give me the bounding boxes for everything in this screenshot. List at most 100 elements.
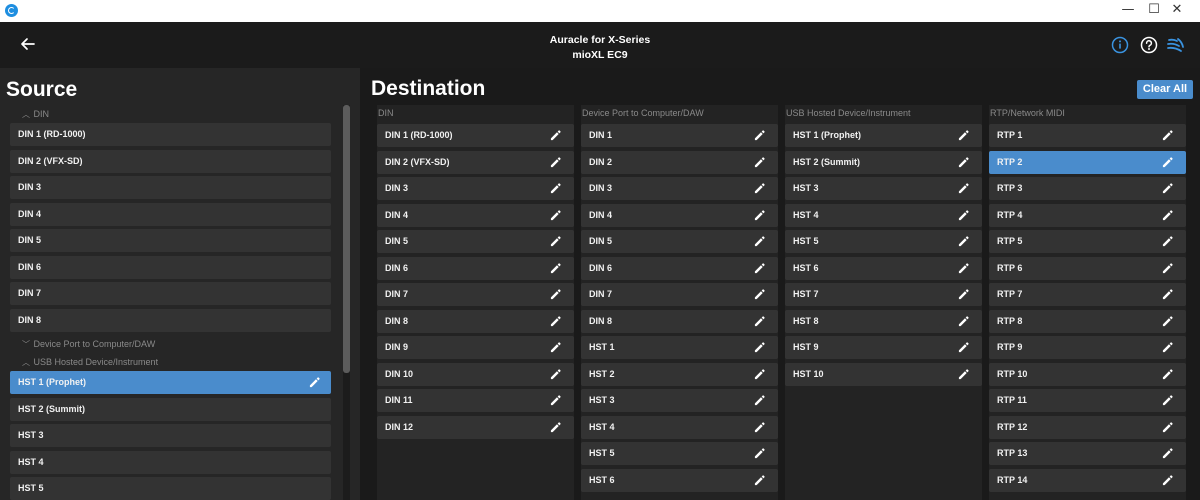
dest-item-din-4[interactable]: DIN 4 bbox=[581, 203, 778, 227]
dest-item-hst-2-summit[interactable]: HST 2 (Summit) bbox=[785, 150, 982, 174]
pencil-icon[interactable] bbox=[753, 341, 766, 354]
pencil-icon[interactable] bbox=[1161, 394, 1174, 407]
pencil-icon[interactable] bbox=[1161, 421, 1174, 434]
source-scrollbar[interactable] bbox=[343, 105, 350, 500]
pencil-icon[interactable] bbox=[549, 421, 562, 434]
pencil-icon[interactable] bbox=[957, 182, 970, 195]
source-item-din-8[interactable]: DIN 8 bbox=[10, 308, 331, 332]
pencil-icon[interactable] bbox=[1161, 235, 1174, 248]
source-item-din-7[interactable]: DIN 7 bbox=[10, 282, 331, 305]
pencil-icon[interactable] bbox=[753, 421, 766, 434]
dest-item-rtp-4[interactable]: RTP 4 bbox=[989, 203, 1186, 227]
pencil-icon[interactable] bbox=[1161, 262, 1174, 275]
source-item-hst-1-prophet[interactable]: HST 1 (Prophet) bbox=[10, 371, 331, 394]
pencil-icon[interactable] bbox=[1161, 288, 1174, 301]
pencil-icon[interactable] bbox=[753, 235, 766, 248]
dest-item-hst-5[interactable]: HST 5 bbox=[785, 230, 982, 253]
help-button[interactable] bbox=[1140, 36, 1158, 54]
dest-item-din-8[interactable]: DIN 8 bbox=[581, 309, 778, 333]
pencil-icon[interactable] bbox=[549, 129, 562, 142]
dest-item-din-12[interactable]: DIN 12 bbox=[377, 415, 574, 439]
dest-item-hst-8[interactable]: HST 8 bbox=[785, 309, 982, 333]
pencil-icon[interactable] bbox=[957, 129, 970, 142]
dest-item-din-1-rd-1000[interactable]: DIN 1 (RD-1000) bbox=[377, 124, 574, 147]
clear-all-button[interactable]: Clear All bbox=[1137, 80, 1193, 99]
dest-item-din-6[interactable]: DIN 6 bbox=[581, 256, 778, 280]
dest-item-rtp-5[interactable]: RTP 5 bbox=[989, 230, 1186, 253]
dest-item-din-2[interactable]: DIN 2 bbox=[581, 150, 778, 174]
pencil-icon[interactable] bbox=[1161, 474, 1174, 487]
dest-item-din-5[interactable]: DIN 5 bbox=[377, 230, 574, 253]
pencil-icon[interactable] bbox=[1161, 315, 1174, 328]
pencil-icon[interactable] bbox=[549, 209, 562, 222]
dest-item-din-7[interactable]: DIN 7 bbox=[581, 283, 778, 306]
dest-item-din-11[interactable]: DIN 11 bbox=[377, 389, 574, 412]
source-item-hst-5[interactable]: HST 5 bbox=[10, 477, 331, 500]
dest-item-rtp-1[interactable]: RTP 1 bbox=[989, 124, 1186, 147]
pencil-icon[interactable] bbox=[1161, 209, 1174, 222]
source-item-din-3[interactable]: DIN 3 bbox=[10, 176, 331, 199]
pencil-icon[interactable] bbox=[753, 394, 766, 407]
dest-item-din-1[interactable]: DIN 1 bbox=[581, 124, 778, 147]
source-group-din[interactable]: ︿ DIN bbox=[10, 105, 331, 123]
info-button[interactable] bbox=[1111, 36, 1129, 54]
close-button[interactable]: ✕ bbox=[1154, 0, 1200, 22]
dest-item-rtp-13[interactable]: RTP 13 bbox=[989, 442, 1186, 465]
dest-item-hst-6[interactable]: HST 6 bbox=[581, 468, 778, 492]
network-button[interactable] bbox=[1166, 36, 1184, 54]
pencil-icon[interactable] bbox=[1161, 182, 1174, 195]
pencil-icon[interactable] bbox=[1161, 341, 1174, 354]
pencil-icon[interactable] bbox=[957, 341, 970, 354]
pencil-icon[interactable] bbox=[957, 288, 970, 301]
dest-item-din-3[interactable]: DIN 3 bbox=[581, 177, 778, 200]
dest-item-hst-5[interactable]: HST 5 bbox=[581, 442, 778, 465]
pencil-icon[interactable] bbox=[753, 315, 766, 328]
pencil-icon[interactable] bbox=[753, 262, 766, 275]
dest-item-din-8[interactable]: DIN 8 bbox=[377, 309, 574, 333]
source-item-din-6[interactable]: DIN 6 bbox=[10, 255, 331, 279]
pencil-icon[interactable] bbox=[957, 368, 970, 381]
pencil-icon[interactable] bbox=[549, 341, 562, 354]
pencil-icon[interactable] bbox=[549, 288, 562, 301]
pencil-icon[interactable] bbox=[753, 474, 766, 487]
dest-item-rtp-11[interactable]: RTP 11 bbox=[989, 389, 1186, 412]
pencil-icon[interactable] bbox=[957, 262, 970, 275]
source-item-din-1-rd-1000[interactable]: DIN 1 (RD-1000) bbox=[10, 123, 331, 146]
source-item-din-2-vfx-sd[interactable]: DIN 2 (VFX-SD) bbox=[10, 149, 331, 173]
pencil-icon[interactable] bbox=[753, 368, 766, 381]
dest-item-rtp-7[interactable]: RTP 7 bbox=[989, 283, 1186, 306]
dest-item-hst-1-prophet[interactable]: HST 1 (Prophet) bbox=[785, 124, 982, 147]
source-item-hst-3[interactable]: HST 3 bbox=[10, 424, 331, 447]
dest-item-rtp-2[interactable]: RTP 2 bbox=[989, 150, 1186, 174]
pencil-icon[interactable] bbox=[549, 394, 562, 407]
pencil-icon[interactable] bbox=[1161, 129, 1174, 142]
dest-item-hst-1[interactable]: HST 1 bbox=[581, 336, 778, 359]
dest-item-hst-3[interactable]: HST 3 bbox=[581, 389, 778, 412]
dest-item-din-3[interactable]: DIN 3 bbox=[377, 177, 574, 200]
source-group-usb-hosted[interactable]: ︿ USB Hosted Device/Instrument bbox=[10, 353, 331, 371]
pencil-icon[interactable] bbox=[1161, 368, 1174, 381]
dest-item-hst-4[interactable]: HST 4 bbox=[785, 203, 982, 227]
dest-item-din-10[interactable]: DIN 10 bbox=[377, 362, 574, 386]
pencil-icon[interactable] bbox=[549, 182, 562, 195]
dest-item-hst-3[interactable]: HST 3 bbox=[785, 177, 982, 200]
dest-item-hst-10[interactable]: HST 10 bbox=[785, 362, 982, 386]
dest-item-rtp-14[interactable]: RTP 14 bbox=[989, 468, 1186, 492]
source-item-din-5[interactable]: DIN 5 bbox=[10, 229, 331, 252]
source-item-din-4[interactable]: DIN 4 bbox=[10, 202, 331, 226]
dest-item-din-4[interactable]: DIN 4 bbox=[377, 203, 574, 227]
pencil-icon[interactable] bbox=[549, 262, 562, 275]
pencil-icon[interactable] bbox=[753, 209, 766, 222]
source-scrollbar-thumb[interactable] bbox=[343, 105, 350, 373]
source-item-hst-2-summit[interactable]: HST 2 (Summit) bbox=[10, 397, 331, 421]
dest-item-din-2-vfx-sd[interactable]: DIN 2 (VFX-SD) bbox=[377, 150, 574, 174]
dest-item-rtp-12[interactable]: RTP 12 bbox=[989, 415, 1186, 439]
pencil-icon[interactable] bbox=[308, 376, 321, 389]
pencil-icon[interactable] bbox=[549, 156, 562, 169]
pencil-icon[interactable] bbox=[957, 209, 970, 222]
dest-item-hst-9[interactable]: HST 9 bbox=[785, 336, 982, 359]
pencil-icon[interactable] bbox=[1161, 156, 1174, 169]
pencil-icon[interactable] bbox=[753, 129, 766, 142]
dest-item-hst-6[interactable]: HST 6 bbox=[785, 256, 982, 280]
pencil-icon[interactable] bbox=[549, 315, 562, 328]
